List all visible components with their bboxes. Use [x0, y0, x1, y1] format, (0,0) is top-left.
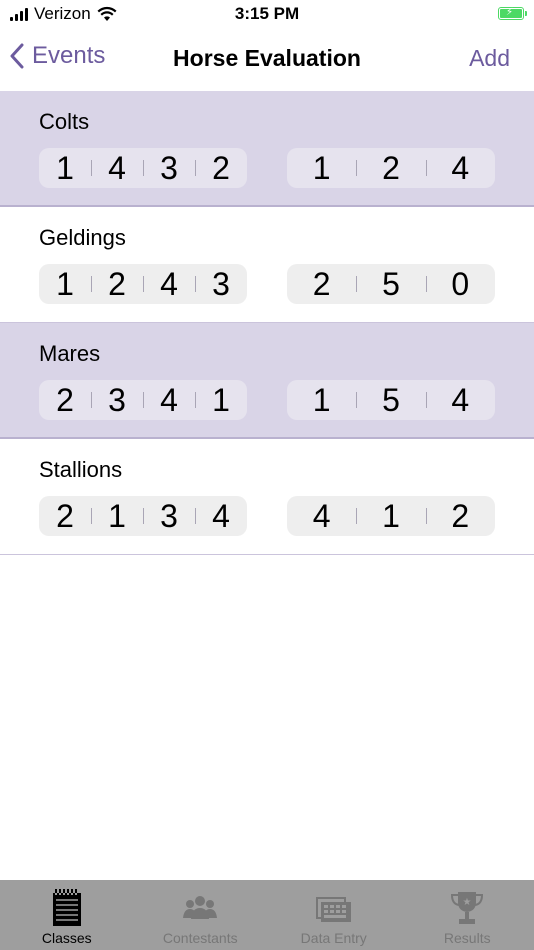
trophy-icon: ★	[451, 892, 484, 924]
tab-label: Data Entry	[300, 930, 367, 946]
battery-icon: ⚡	[498, 7, 527, 20]
placing-segment[interactable]: 2	[195, 148, 247, 188]
placing-segment[interactable]: 2	[39, 380, 91, 420]
placing-segmented-control: 1 2 4 3	[39, 264, 247, 304]
placing-segment[interactable]: 3	[143, 496, 195, 536]
class-row-geldings[interactable]: Geldings 1 2 4 3 2 5 0	[0, 207, 534, 323]
cuts-segment[interactable]: 4	[425, 380, 495, 420]
placing-segment[interactable]: 4	[195, 496, 247, 536]
cuts-segmented-control: 1 2 4	[287, 148, 495, 188]
cuts-segmented-control: 2 5 0	[287, 264, 495, 304]
class-title: Stallions	[39, 457, 123, 482]
placing-segment[interactable]: 4	[91, 148, 143, 188]
status-time: 3:15 PM	[234, 4, 300, 23]
placing-segment[interactable]: 3	[195, 264, 247, 304]
cuts-segment[interactable]: 1	[287, 148, 356, 188]
cuts-segment[interactable]: 0	[425, 264, 495, 304]
cuts-segment[interactable]: 2	[425, 496, 495, 536]
class-row-colts[interactable]: Colts 1 4 3 2 1 2 4	[0, 91, 534, 207]
placing-segment[interactable]: 4	[143, 380, 195, 420]
navigation-bar: Events Horse Evaluation Add	[0, 30, 534, 92]
status-bar: Verizon 3:15 PM ⚡	[0, 0, 534, 30]
placing-segment[interactable]: 1	[39, 148, 91, 188]
placing-segment[interactable]: 1	[39, 264, 91, 304]
placing-segment[interactable]: 2	[39, 496, 91, 536]
tab-classes[interactable]: Classes	[0, 880, 134, 950]
cuts-segment[interactable]: 2	[356, 148, 425, 188]
placing-segment[interactable]: 4	[143, 264, 195, 304]
placing-segment[interactable]: 1	[195, 380, 247, 420]
tab-bar: Classes Contestants Data Entry ★ Results	[0, 880, 534, 950]
placing-segment[interactable]: 1	[91, 496, 143, 536]
cuts-segment[interactable]: 4	[287, 496, 356, 536]
placing-segment[interactable]: 3	[91, 380, 143, 420]
page-title: Horse Evaluation	[173, 45, 361, 71]
class-title: Colts	[39, 109, 90, 134]
people-icon	[183, 896, 218, 919]
cuts-segment[interactable]: 2	[287, 264, 356, 304]
placing-segmented-control: 2 3 4 1	[39, 380, 247, 420]
tab-label: Results	[443, 930, 491, 946]
class-row-stallions[interactable]: Stallions 2 1 3 4 4 1 2	[0, 439, 534, 555]
data-entry-icon	[315, 897, 351, 922]
class-list: Colts 1 4 3 2 1 2 4 Geldings 1 2 4 3 2 5…	[0, 91, 534, 555]
tab-label: Classes	[41, 930, 92, 946]
svg-text:★: ★	[463, 897, 472, 908]
tab-label: Contestants	[162, 930, 238, 946]
class-title: Mares	[39, 341, 101, 366]
placing-segment[interactable]: 3	[143, 148, 195, 188]
placing-segmented-control: 2 1 3 4	[39, 496, 247, 536]
tab-contestants[interactable]: Contestants	[134, 880, 268, 950]
cuts-segmented-control: 4 1 2	[287, 496, 495, 536]
cuts-segment[interactable]: 4	[425, 148, 495, 188]
cuts-segment[interactable]: 5	[356, 264, 425, 304]
notepad-icon	[52, 889, 81, 926]
placing-segment[interactable]: 2	[91, 264, 143, 304]
cuts-segment[interactable]: 1	[356, 496, 425, 536]
cuts-segment[interactable]: 1	[287, 380, 356, 420]
class-title: Geldings	[39, 225, 126, 250]
cuts-segment[interactable]: 5	[356, 380, 425, 420]
tab-results[interactable]: ★ Results	[401, 880, 534, 950]
class-row-mares[interactable]: Mares 2 3 4 1 1 5 4	[0, 323, 534, 439]
add-button[interactable]: Add	[469, 45, 510, 72]
cuts-segmented-control: 1 5 4	[287, 380, 495, 420]
tab-data-entry[interactable]: Data Entry	[267, 880, 401, 950]
placing-segmented-control: 1 4 3 2	[39, 148, 247, 188]
